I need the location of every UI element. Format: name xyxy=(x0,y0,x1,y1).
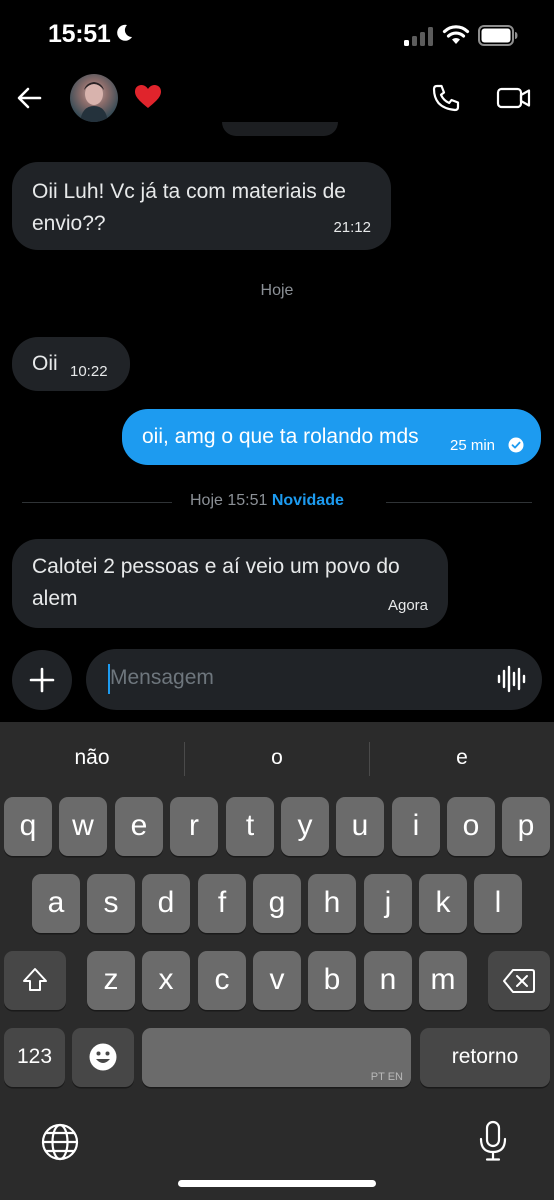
key-g[interactable]: g xyxy=(253,874,301,933)
key-s[interactable]: s xyxy=(87,874,135,933)
video-call-icon[interactable] xyxy=(496,82,532,114)
divider-time: Hoje 15:51 xyxy=(190,492,268,509)
suggestion-2[interactable]: o xyxy=(185,746,369,770)
phone-call-icon[interactable] xyxy=(430,82,462,114)
divider-line xyxy=(22,502,172,503)
key-x[interactable]: x xyxy=(142,951,190,1010)
plus-icon xyxy=(29,667,55,693)
key-k[interactable]: k xyxy=(419,874,467,933)
key-w[interactable]: w xyxy=(59,797,107,856)
key-j[interactable]: j xyxy=(364,874,412,933)
space-language-label: PT EN xyxy=(370,1071,403,1083)
microphone-icon[interactable] xyxy=(478,1120,508,1162)
back-arrow-icon[interactable] xyxy=(14,82,46,114)
message-input-placeholder: Mensagem xyxy=(110,666,214,689)
shift-arrow-icon xyxy=(23,968,47,991)
divider-line xyxy=(386,502,532,503)
message-bubble-incoming[interactable]: Oii Luh! Vc já ta com materiais de envio… xyxy=(12,162,391,250)
cellular-signal-icon xyxy=(404,27,433,46)
divider-label: Hoje 15:51 Novidade xyxy=(190,492,344,510)
previous-message-edge xyxy=(222,122,338,136)
key-z[interactable]: z xyxy=(87,951,135,1010)
add-attachment-button[interactable] xyxy=(12,650,72,710)
shift-key[interactable] xyxy=(4,951,66,1010)
key-u[interactable]: u xyxy=(336,797,384,856)
message-bubble-incoming[interactable]: Oii 10:22 xyxy=(12,337,130,391)
key-o[interactable]: o xyxy=(447,797,495,856)
key-p[interactable]: p xyxy=(502,797,550,856)
message-bubble-incoming[interactable]: Calotei 2 pessoas e aí veio um povo do a… xyxy=(12,539,448,628)
message-time: 25 min xyxy=(450,437,496,454)
message-text: oii, amg o que ta rolando mds xyxy=(142,425,419,448)
return-key[interactable]: retorno xyxy=(420,1028,550,1087)
emoji-smiley-icon xyxy=(89,1043,117,1071)
backspace-key[interactable] xyxy=(488,951,550,1010)
autocomplete-bar: não o e xyxy=(0,736,554,782)
status-time: 15:51 xyxy=(48,20,111,48)
suggestion-1[interactable]: não xyxy=(0,746,184,770)
message-time: 21:12 xyxy=(333,219,371,236)
key-t[interactable]: t xyxy=(226,797,274,856)
numbers-key[interactable]: 123 xyxy=(4,1028,65,1087)
key-m[interactable]: m xyxy=(419,951,467,1010)
key-y[interactable]: y xyxy=(281,797,329,856)
key-a[interactable]: a xyxy=(32,874,80,933)
avatar-portrait-image xyxy=(80,82,108,122)
key-d[interactable]: d xyxy=(142,874,190,933)
divider-new-label: Novidade xyxy=(271,492,344,509)
day-separator: Hoje xyxy=(260,282,294,299)
contact-avatar[interactable] xyxy=(70,74,118,122)
heart-emoji-icon xyxy=(135,85,161,108)
message-time: Agora xyxy=(387,597,428,614)
key-v[interactable]: v xyxy=(253,951,301,1010)
key-i[interactable]: i xyxy=(392,797,440,856)
key-q[interactable]: q xyxy=(4,797,52,856)
battery-icon xyxy=(478,25,518,46)
backspace-icon xyxy=(503,969,535,993)
voice-message-icon[interactable] xyxy=(496,664,526,694)
wifi-icon xyxy=(442,25,470,44)
read-check-icon xyxy=(508,437,524,453)
key-c[interactable]: c xyxy=(198,951,246,1010)
message-text: Oii Luh! Vc já ta com materiais de envio… xyxy=(32,180,346,235)
conversation-header xyxy=(0,68,554,130)
space-key[interactable]: PT EN xyxy=(142,1028,411,1087)
emoji-key[interactable] xyxy=(72,1028,134,1087)
message-text: Calotei 2 pessoas e aí veio um povo do a… xyxy=(32,555,400,610)
suggestion-3[interactable]: e xyxy=(370,746,554,770)
message-text: Oii xyxy=(32,352,58,375)
key-e[interactable]: e xyxy=(115,797,163,856)
key-b[interactable]: b xyxy=(308,951,356,1010)
message-bubble-outgoing[interactable]: oii, amg o que ta rolando mds 25 min xyxy=(122,409,541,465)
key-l[interactable]: l xyxy=(474,874,522,933)
key-h[interactable]: h xyxy=(308,874,356,933)
globe-icon[interactable] xyxy=(40,1122,80,1162)
do-not-disturb-moon-icon xyxy=(117,24,132,41)
key-f[interactable]: f xyxy=(198,874,246,933)
status-bar: 15:51 xyxy=(0,0,554,68)
message-time: 10:22 xyxy=(70,363,108,380)
key-r[interactable]: r xyxy=(170,797,218,856)
key-n[interactable]: n xyxy=(364,951,412,1010)
home-indicator[interactable] xyxy=(178,1180,376,1187)
unread-divider: Hoje 15:51 Novidade xyxy=(22,490,532,514)
